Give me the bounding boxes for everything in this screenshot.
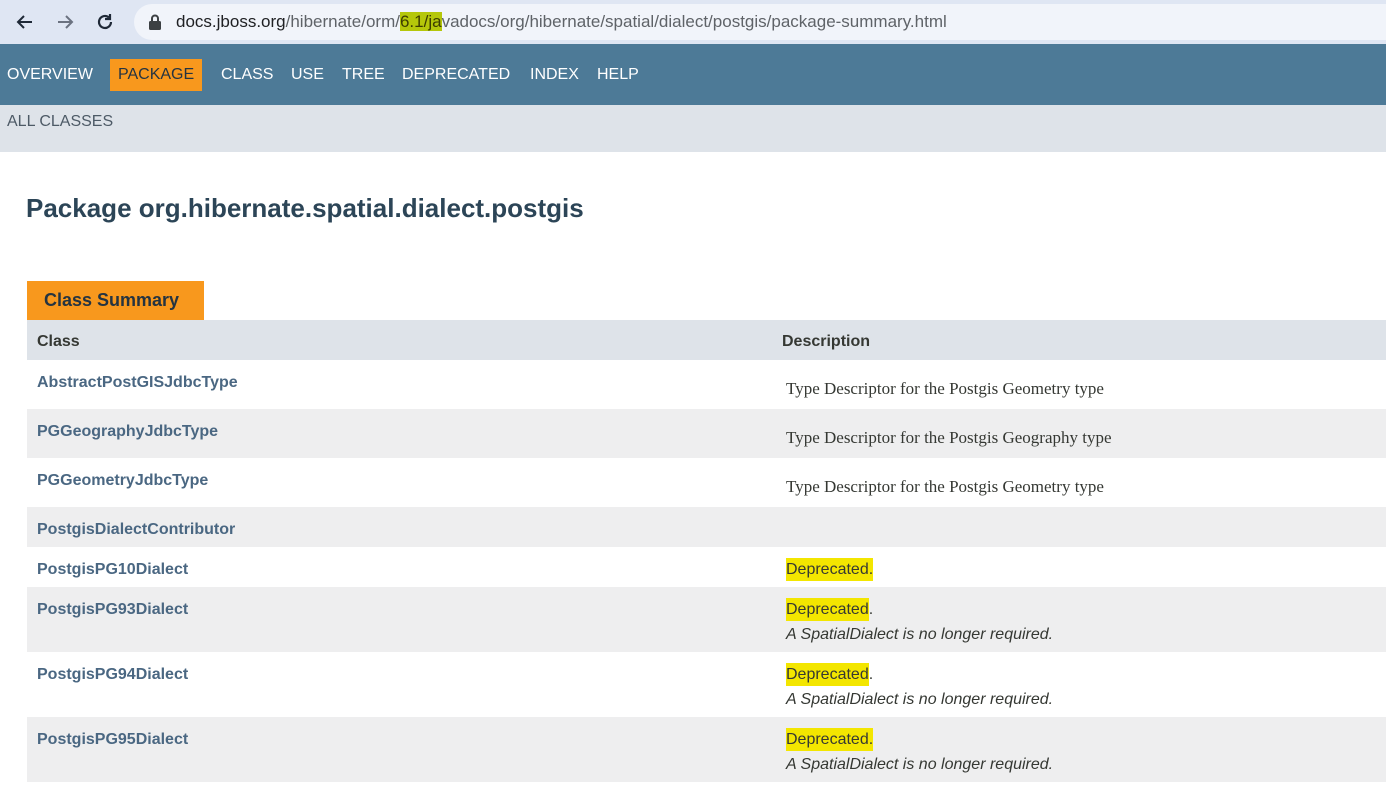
class-link[interactable]: PostgisPG93Dialect bbox=[37, 601, 188, 619]
deprecated-label: Deprecated. bbox=[786, 663, 873, 686]
nav-class[interactable]: CLASS bbox=[221, 59, 273, 91]
reload-button[interactable] bbox=[91, 8, 119, 36]
class-description: Type Descriptor for the Postgis Geometry… bbox=[786, 379, 1104, 398]
table-row: AbstractPostGISJdbcType Type Descriptor … bbox=[27, 360, 1386, 409]
lock-icon bbox=[149, 14, 161, 30]
table-row: PostgisPG95Dialect Deprecated. A Spatial… bbox=[27, 717, 1386, 782]
table-row: PostgisPG94Dialect Deprecated. A Spatial… bbox=[27, 652, 1386, 717]
table-header: Class Description bbox=[27, 320, 1386, 360]
deprecated-label: Deprecated. bbox=[786, 728, 874, 751]
table-row: PGGeometryJdbcType Type Descriptor for t… bbox=[27, 458, 1386, 507]
address-bar[interactable]: docs.jboss.org/hibernate/orm/6.1/javadoc… bbox=[134, 4, 1386, 40]
deprecation-note: A SpatialDialect is no longer required. bbox=[786, 691, 1054, 708]
deprecated-label: Deprecated. bbox=[786, 558, 874, 581]
highlight-mark: Deprecated bbox=[786, 598, 869, 621]
forward-arrow-icon bbox=[58, 15, 74, 29]
nav-tree[interactable]: TREE bbox=[342, 59, 385, 91]
table-row: PostgisPG93Dialect Deprecated. A Spatial… bbox=[27, 587, 1386, 652]
class-summary-table: Class Description AbstractPostGISJdbcTyp… bbox=[27, 320, 1386, 782]
class-link[interactable]: PostgisPG94Dialect bbox=[37, 666, 188, 684]
class-summary-caption: Class Summary bbox=[27, 281, 204, 320]
table-row: PostgisDialectContributor bbox=[27, 507, 1386, 547]
class-link[interactable]: PostgisPG95Dialect bbox=[37, 731, 188, 749]
sub-navbar: ALL CLASSES bbox=[0, 105, 1386, 152]
back-arrow-icon bbox=[16, 15, 32, 29]
class-link[interactable]: AbstractPostGISJdbcType bbox=[37, 374, 238, 392]
url-host: docs.jboss.org bbox=[176, 12, 286, 31]
url-path-highlighted: 6.1/ja bbox=[399, 12, 442, 31]
class-link[interactable]: PGGeometryJdbcType bbox=[37, 472, 208, 490]
class-description: Type Descriptor for the Postgis Geometry… bbox=[786, 477, 1104, 496]
top-navbar: OVERVIEW PACKAGE CLASS USE TREE DEPRECAT… bbox=[0, 44, 1386, 105]
deprecation-note: A SpatialDialect is no longer required. bbox=[786, 756, 1054, 773]
highlight-mark: Deprecated bbox=[786, 663, 869, 686]
reload-icon bbox=[97, 14, 113, 30]
highlight-mark: Deprecated bbox=[786, 728, 869, 751]
table-row: PostgisPG10Dialect Deprecated. bbox=[27, 547, 1386, 587]
deprecation-note: A SpatialDialect is no longer required. bbox=[786, 626, 1054, 643]
column-header-class: Class bbox=[37, 333, 80, 350]
url-path-start: /hibernate/orm/ bbox=[285, 12, 400, 31]
back-button[interactable] bbox=[11, 8, 39, 36]
nav-package[interactable]: PACKAGE bbox=[110, 59, 203, 91]
deprecated-label: Deprecated. bbox=[786, 598, 873, 621]
nav-deprecated[interactable]: DEPRECATED bbox=[402, 59, 510, 91]
column-header-description: Description bbox=[782, 333, 871, 350]
table-row: PGGeographyJdbcType Type Descriptor for … bbox=[27, 409, 1386, 458]
nav-overview[interactable]: OVERVIEW bbox=[7, 59, 93, 91]
highlight-mark: Deprecated bbox=[786, 558, 869, 581]
class-link[interactable]: PostgisPG10Dialect bbox=[37, 561, 188, 579]
forward-button[interactable] bbox=[51, 8, 79, 36]
class-description: Type Descriptor for the Postgis Geograph… bbox=[786, 428, 1112, 447]
nav-index[interactable]: INDEX bbox=[530, 59, 579, 91]
class-link[interactable]: PostgisDialectContributor bbox=[37, 521, 235, 539]
page-title: Package org.hibernate.spatial.dialect.po… bbox=[26, 193, 584, 223]
nav-use[interactable]: USE bbox=[291, 59, 324, 91]
class-link[interactable]: PGGeographyJdbcType bbox=[37, 423, 218, 441]
url-text[interactable]: docs.jboss.org/hibernate/orm/6.1/javadoc… bbox=[176, 12, 947, 32]
nav-help[interactable]: HELP bbox=[597, 59, 639, 91]
url-path-end: vadocs/org/hibernate/spatial/dialect/pos… bbox=[441, 12, 947, 31]
all-classes-link[interactable]: ALL CLASSES bbox=[7, 113, 113, 131]
browser-toolbar: docs.jboss.org/hibernate/orm/6.1/javadoc… bbox=[0, 0, 1386, 44]
